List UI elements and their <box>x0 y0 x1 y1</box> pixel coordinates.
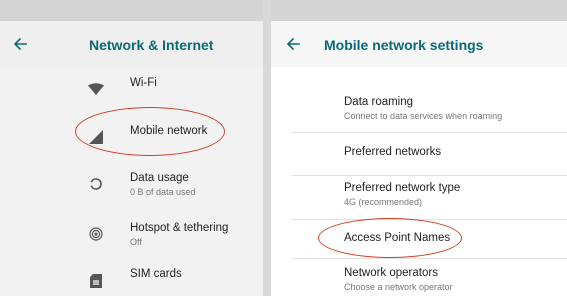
setting-sublabel: 4G (recommended) <box>344 197 423 207</box>
right-app-bar: Mobile network settings <box>271 21 567 67</box>
page-title: Mobile network settings <box>324 37 484 53</box>
list-item-mobile-network[interactable]: Mobile network <box>0 111 263 155</box>
list-item-label: SIM cards <box>130 268 182 280</box>
status-bar <box>0 0 263 21</box>
signal-icon <box>84 125 108 149</box>
list-item-data-usage[interactable]: Data usage 0 B of data used <box>0 165 263 211</box>
setting-preferred-network-type[interactable]: Preferred network type 4G (recommended) <box>271 176 567 220</box>
setting-preferred-networks[interactable]: Preferred networks <box>271 133 567 175</box>
list-item-label: Hotspot & tethering <box>130 222 229 234</box>
setting-label: Access Point Names <box>344 232 451 244</box>
setting-network-operators[interactable]: Network operators Choose a network opera… <box>271 259 567 296</box>
sim-card-icon <box>84 269 108 293</box>
left-app-bar: Network & Internet <box>0 21 263 67</box>
setting-access-point-names[interactable]: Access Point Names <box>271 220 567 258</box>
hotspot-icon <box>84 222 108 246</box>
page-title: Network & Internet <box>89 37 214 53</box>
list-item-hotspot-tethering[interactable]: Hotspot & tethering Off <box>0 216 263 262</box>
setting-sublabel: Connect to data services when roaming <box>344 111 503 121</box>
status-bar <box>271 0 567 21</box>
setting-label: Preferred networks <box>344 146 442 158</box>
list-item-label: Wi-Fi <box>130 77 157 89</box>
back-arrow-icon[interactable] <box>281 32 305 56</box>
list-item-label: Data usage <box>130 172 189 184</box>
setting-sublabel: Choose a network operator <box>344 282 453 292</box>
mobile-network-settings-panel: Mobile network settings Data roaming Con… <box>271 0 567 296</box>
list-item-wifi[interactable]: Wi-Fi <box>0 67 263 111</box>
data-usage-icon <box>84 172 108 196</box>
network-internet-panel: Network & Internet Wi-Fi Mobile network … <box>0 0 263 296</box>
list-item-sublabel: Off <box>130 237 142 247</box>
list-item-label: Mobile network <box>130 125 208 137</box>
back-arrow-icon[interactable] <box>8 32 32 56</box>
list-item-sublabel: 0 B of data used <box>130 187 196 197</box>
setting-data-roaming[interactable]: Data roaming Connect to data services wh… <box>271 88 567 132</box>
wifi-icon <box>84 77 108 101</box>
setting-label: Data roaming <box>344 96 414 108</box>
setting-label: Network operators <box>344 267 438 279</box>
list-item-sim-cards[interactable]: SIM cards <box>0 262 263 296</box>
panel-divider <box>263 0 271 296</box>
setting-label: Preferred network type <box>344 182 461 194</box>
